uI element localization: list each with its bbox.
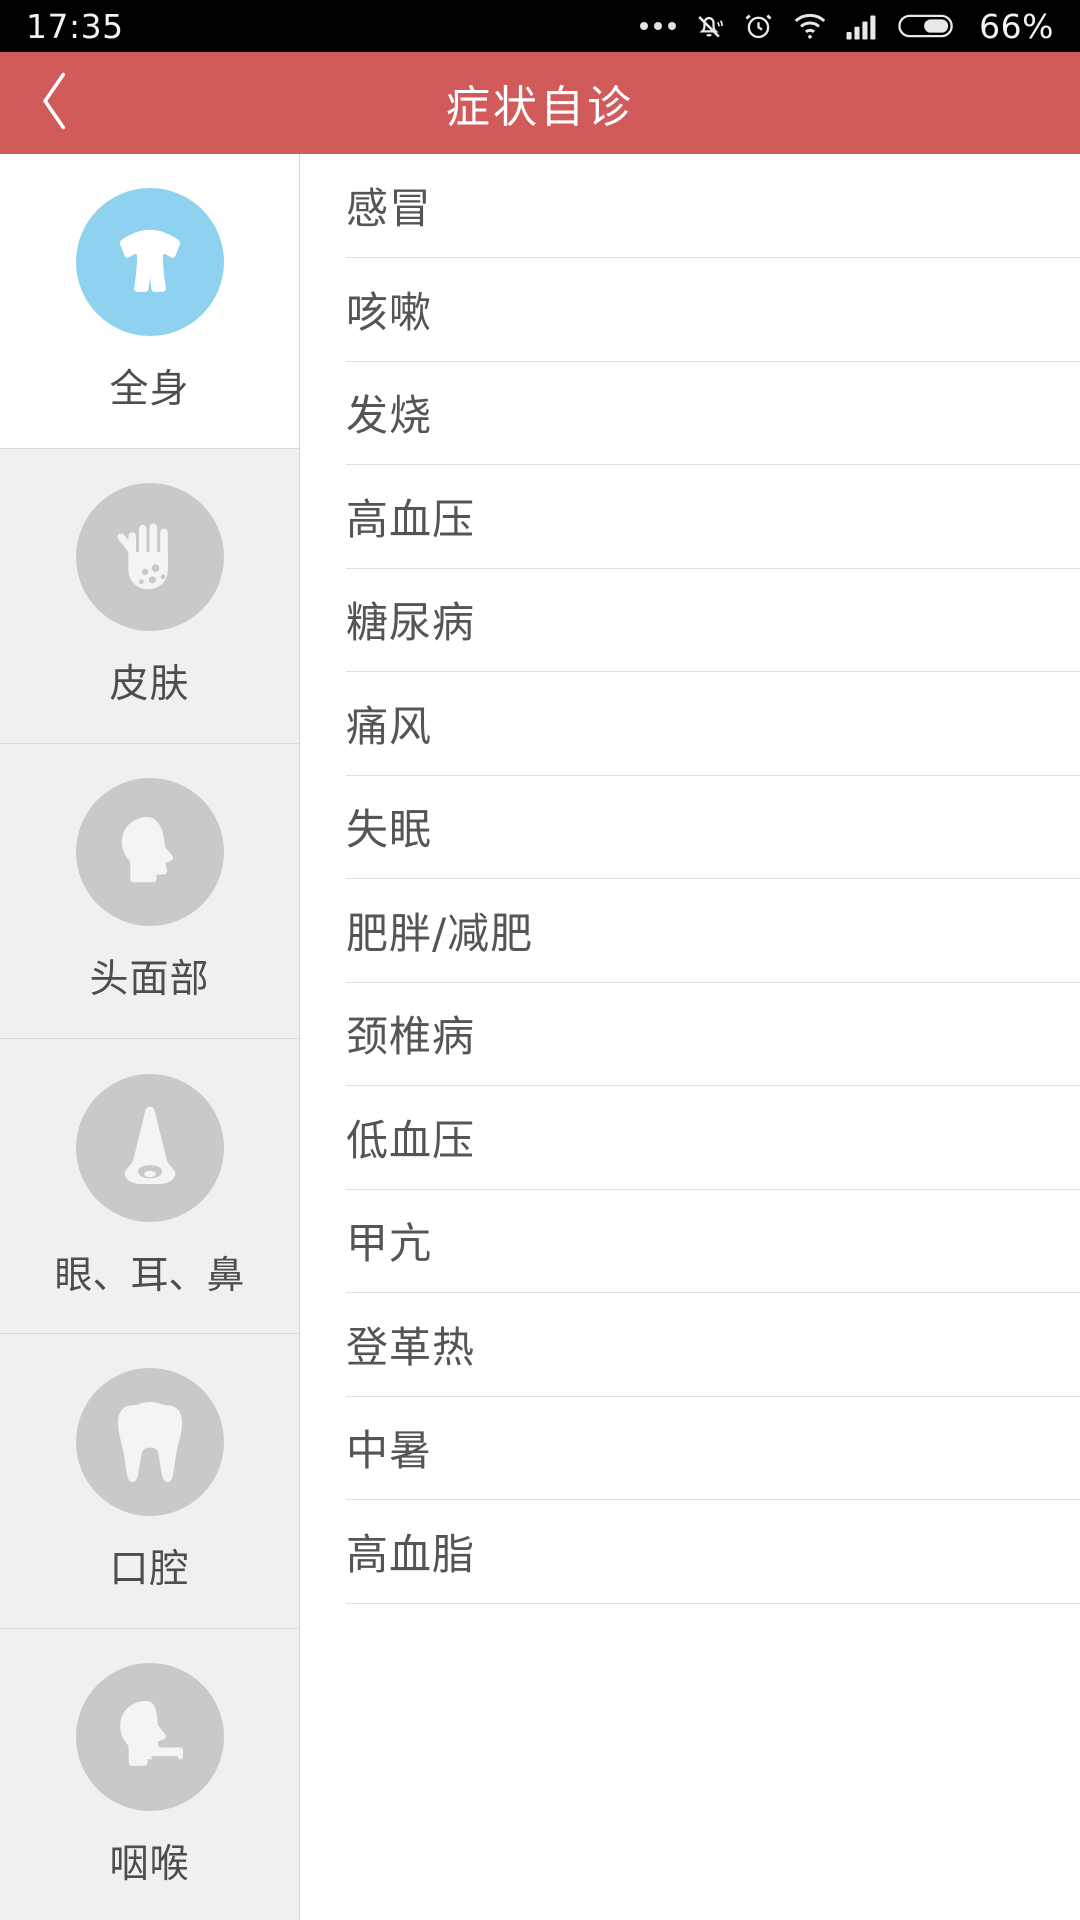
sidebar-item-quanshen[interactable]: 全身 [0, 154, 299, 449]
list-item-label: 登革热 [346, 1322, 476, 1372]
more-dots-icon [640, 22, 677, 30]
list-item[interactable]: 肥胖/减肥 [346, 879, 1080, 983]
page-title: 症状自诊 [446, 82, 634, 133]
list-item-label: 甲亢 [346, 1219, 433, 1269]
status-bar-time: 17:35 [26, 6, 124, 46]
sidebar-item-label: 眼、耳、鼻 [54, 1252, 245, 1297]
sidebar-item-label: 全身 [109, 367, 190, 412]
tooth-icon [75, 1368, 224, 1516]
list-item[interactable]: 痛风 [346, 672, 1080, 776]
list-item-label: 失眠 [346, 805, 433, 855]
alarm-clock-icon [742, 9, 775, 43]
list-item[interactable]: 失眠 [346, 776, 1080, 879]
list-item-label: 肥胖/减肥 [346, 908, 534, 958]
list-item[interactable]: 中暑 [346, 1397, 1080, 1500]
list-item[interactable]: 登革热 [346, 1293, 1080, 1397]
list-item-label: 糖尿病 [346, 598, 476, 648]
cellular-signal-icon [845, 11, 881, 41]
list-item-label: 中暑 [346, 1426, 433, 1476]
battery-icon [898, 11, 956, 41]
list-item[interactable]: 高血脂 [346, 1500, 1080, 1604]
wifi-icon [792, 11, 828, 41]
battery-percent-label: 66% [979, 6, 1054, 46]
status-bar: 17:35 66% [0, 0, 1080, 52]
list-item[interactable]: 感冒 [346, 154, 1080, 258]
chevron-left-icon [34, 68, 76, 138]
list-item-label: 颈椎病 [346, 1012, 476, 1062]
list-item[interactable]: 高血压 [346, 465, 1080, 569]
list-item-label: 感冒 [346, 184, 433, 233]
app-header: 症状自诊 [0, 52, 1080, 154]
sidebar-item-label: 头面部 [89, 957, 210, 1002]
hand-skin-spots-icon [75, 483, 224, 631]
category-sidebar[interactable]: 全身 皮肤 头面部 眼、耳、鼻 口腔 咽喉 [0, 154, 300, 1920]
list-item-label: 痛风 [346, 701, 433, 751]
list-item[interactable]: 甲亢 [346, 1190, 1080, 1293]
list-item-label: 发烧 [346, 391, 433, 441]
torso-body-icon [75, 188, 224, 336]
sidebar-item-pifu[interactable]: 皮肤 [0, 449, 299, 744]
list-item-label: 低血压 [346, 1115, 476, 1165]
list-item-label: 咳嗽 [346, 287, 433, 337]
sidebar-item-label: 咽喉 [109, 1842, 190, 1887]
list-item[interactable]: 咳嗽 [346, 258, 1080, 362]
list-item[interactable]: 低血压 [346, 1086, 1080, 1190]
sidebar-item-kouqiang[interactable]: 口腔 [0, 1334, 299, 1629]
nose-icon [75, 1073, 224, 1222]
list-item[interactable]: 糖尿病 [346, 569, 1080, 672]
head-profile-icon [75, 778, 224, 926]
mute-bell-icon [693, 9, 725, 43]
sidebar-item-yan-er-bi[interactable]: 眼、耳、鼻 [0, 1039, 299, 1334]
sidebar-item-label: 皮肤 [109, 662, 190, 707]
throat-head-icon [75, 1663, 224, 1811]
symptom-list[interactable]: 感冒 咳嗽 发烧 高血压 糖尿病 痛风 失眠 肥胖/减肥 颈椎病 低血压 甲亢 … [300, 154, 1080, 1920]
list-item-label: 高血脂 [346, 1529, 476, 1579]
list-item[interactable]: 颈椎病 [346, 983, 1080, 1086]
sidebar-item-toumianbu[interactable]: 头面部 [0, 744, 299, 1039]
sidebar-item-label: 口腔 [109, 1547, 190, 1592]
list-item[interactable]: 发烧 [346, 362, 1080, 465]
status-bar-icons: 66% [640, 7, 1054, 46]
sidebar-item-yanhou[interactable]: 咽喉 [0, 1629, 299, 1920]
list-item-label: 高血压 [346, 494, 476, 544]
content-area: 全身 皮肤 头面部 眼、耳、鼻 口腔 咽喉 感冒 咳嗽 发烧 高血压 糖尿病 痛… [0, 154, 1080, 1920]
back-button[interactable] [0, 52, 110, 154]
